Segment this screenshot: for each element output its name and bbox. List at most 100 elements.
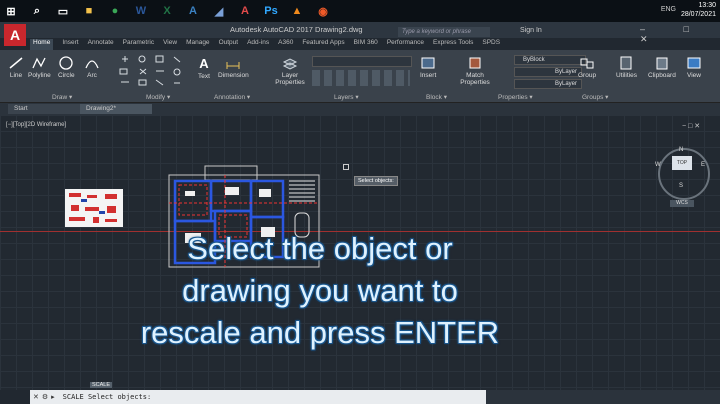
tray-language[interactable]: ENG <box>661 6 676 13</box>
linetype-dropdown[interactable]: ByLayer <box>514 67 582 77</box>
tab-add-ins[interactable]: Add-ins <box>247 39 269 50</box>
compass-e[interactable]: E <box>701 162 705 168</box>
viewport-window-controls[interactable]: − □ ✕ <box>682 122 700 130</box>
lineweight-dropdown[interactable]: ByLayer <box>514 79 582 89</box>
tab-manage[interactable]: Manage <box>186 39 210 50</box>
layer-tools-row[interactable] <box>312 70 410 86</box>
lineweight-value: ByLayer <box>554 81 577 87</box>
tab-home[interactable]: Home <box>30 39 54 50</box>
word-icon[interactable]: W <box>130 1 152 21</box>
clock-time: 13:30 <box>698 2 716 9</box>
clipboard-label: Clipboard <box>648 72 676 79</box>
view-icon <box>687 57 701 69</box>
wcs-menu[interactable]: WCS <box>670 200 694 207</box>
record-icon[interactable]: ◉ <box>312 1 334 21</box>
excel-icon[interactable]: X <box>156 1 178 21</box>
taskbar: ⊞ ⌕ ▭ ■ ● W X A ◢ A Ps ▲ ◉ <box>0 0 720 22</box>
arc-icon <box>85 60 99 69</box>
utilities-tool[interactable]: Utilities <box>616 56 637 79</box>
tab-view[interactable]: View <box>163 39 177 50</box>
autocad-app-icon[interactable]: A <box>182 1 204 21</box>
command-line[interactable]: ✕ ⚙ ▸ SCALE Select objects: <box>30 390 486 404</box>
group-tool[interactable]: Group <box>578 56 596 79</box>
match-properties-label: Match Properties <box>460 72 490 86</box>
panel-block[interactable]: Block ▾ <box>426 93 447 101</box>
line-label: Line <box>9 72 23 79</box>
line-icon <box>9 57 23 69</box>
layer-properties-tool[interactable]: Layer Properties <box>275 56 305 86</box>
tab-bim-360[interactable]: BIM 360 <box>354 39 378 50</box>
line-tool[interactable]: Line <box>8 56 24 79</box>
viewport-controls-label[interactable]: [−][Top][2D Wireframe] <box>6 122 66 128</box>
text-icon: A <box>199 56 209 71</box>
file-explorer-icon[interactable]: ■ <box>78 1 100 21</box>
cursor-pickbox <box>343 164 349 170</box>
circle-label: Circle <box>58 72 75 79</box>
wrench-icon[interactable]: ⚙ <box>42 393 48 401</box>
windows-start-icon[interactable]: ⊞ <box>0 1 22 21</box>
tab-parametric[interactable]: Parametric <box>123 39 154 50</box>
photoshop-icon[interactable]: Ps <box>260 1 282 21</box>
tab-express-tools[interactable]: Express Tools <box>433 39 473 50</box>
dimension-tool[interactable]: Dimension <box>218 56 249 79</box>
sign-in-button[interactable]: Sign In <box>520 27 542 34</box>
match-properties-tool[interactable]: Match Properties <box>460 56 490 86</box>
compass-w[interactable]: W <box>655 162 661 168</box>
insert-label: Insert <box>420 72 437 79</box>
panel-layers[interactable]: Layers ▾ <box>334 93 359 101</box>
window-controls[interactable]: – □ ✕ <box>640 24 720 45</box>
tab-annotate[interactable]: Annotate <box>88 39 114 50</box>
autocad-active-icon[interactable]: A <box>234 1 256 21</box>
arc-tool[interactable]: Arc <box>84 56 100 79</box>
panel-annotation[interactable]: Annotation ▾ <box>214 93 250 101</box>
clipboard-icon <box>656 57 668 70</box>
panel-draw[interactable]: Draw ▾ <box>52 93 72 101</box>
tab-featured-apps[interactable]: Featured Apps <box>302 39 344 50</box>
panel-modify[interactable]: Modify ▾ <box>146 93 170 101</box>
clock[interactable]: 13:30 28/07/2021 <box>681 1 716 19</box>
circle-tool[interactable]: Circle <box>58 56 75 79</box>
panel-groups[interactable]: Groups ▾ <box>582 93 608 101</box>
text-tool[interactable]: A Text <box>198 56 210 80</box>
panel-properties[interactable]: Properties ▾ <box>498 93 533 101</box>
group-label: Group <box>578 72 597 79</box>
tab-output[interactable]: Output <box>219 39 239 50</box>
dimension-label: Dimension <box>218 72 249 79</box>
chrome-icon[interactable]: ● <box>104 1 126 21</box>
tab-performance[interactable]: Performance <box>387 39 424 50</box>
layer-dropdown[interactable] <box>312 56 412 67</box>
compass-n[interactable]: N <box>679 147 683 153</box>
application-menu-button[interactable]: A <box>4 24 26 46</box>
utilities-icon <box>620 56 632 70</box>
close-icon[interactable]: ✕ <box>33 393 39 401</box>
search-icon[interactable]: ⌕ <box>26 1 48 21</box>
caption-line-2: drawing you want to <box>182 273 458 308</box>
view-tool[interactable]: View <box>686 56 702 79</box>
polyline-label: Polyline <box>28 72 51 79</box>
color-dropdown[interactable]: ByBlock <box>514 55 586 65</box>
tab-spds[interactable]: SPDS <box>482 39 500 50</box>
compass-s[interactable]: S <box>679 183 683 189</box>
modify-tools[interactable] <box>118 54 190 90</box>
tab-a360[interactable]: A360 <box>278 39 293 50</box>
small-drawing[interactable] <box>65 189 123 227</box>
task-view-icon[interactable]: ▭ <box>52 1 74 21</box>
clipboard-tool[interactable]: Clipboard <box>648 56 676 79</box>
polyline-tool[interactable]: Polyline <box>28 56 51 79</box>
color-value: ByBlock <box>523 57 545 63</box>
insert-tool[interactable]: Insert <box>420 56 436 79</box>
ribbon-tabs: Home Insert Annotate Parametric View Manage Ou… <box>30 39 509 50</box>
vlc-icon[interactable]: ▲ <box>286 1 308 21</box>
status-bar <box>486 390 720 404</box>
circle-icon <box>59 56 73 70</box>
tab-drawing2[interactable]: Drawing2* <box>80 104 152 114</box>
tab-start[interactable]: Start <box>8 104 80 114</box>
command-input[interactable]: SCALE Select objects: <box>63 393 152 401</box>
tutorial-caption: Select the object or drawing you want to… <box>80 228 560 354</box>
layer-properties-icon <box>282 58 298 70</box>
search-input[interactable]: Type a keyword or phrase <box>398 27 490 37</box>
arc-label: Arc <box>87 72 97 79</box>
app-icon[interactable]: ◢ <box>208 1 230 21</box>
viewcube-top-face[interactable]: TOP <box>672 156 692 170</box>
tab-insert[interactable]: Insert <box>62 39 78 50</box>
